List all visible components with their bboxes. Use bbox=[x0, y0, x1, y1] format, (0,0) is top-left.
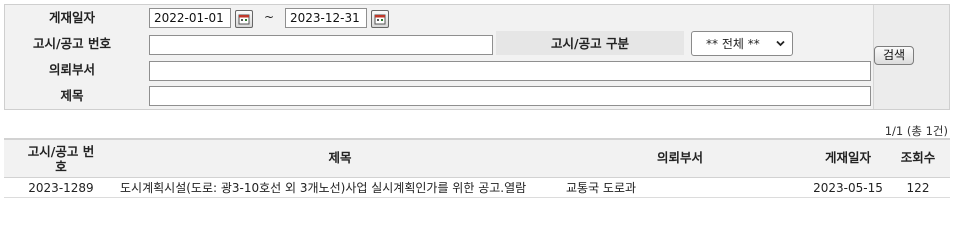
notice-type-select[interactable]: ** 전체 ** bbox=[691, 31, 793, 56]
dept-input[interactable] bbox=[149, 61, 871, 81]
column-header-title: 제목 bbox=[328, 150, 352, 165]
column-header-dept: 의뢰부서 bbox=[656, 150, 703, 165]
dept-label: 의뢰부서 bbox=[48, 62, 95, 77]
notice-type-selected: ** 전체 ** bbox=[706, 37, 760, 51]
row-title-link[interactable]: 도시계획시설(도로: 광3-10호선 외 3개노선)사업 실시계획인가를 위한 … bbox=[120, 178, 526, 198]
notice-type-label: 고시/공고 구분 bbox=[551, 36, 629, 51]
notice-no-input[interactable] bbox=[149, 35, 493, 55]
row-dept: 교통국 도로과 bbox=[566, 181, 637, 195]
date-separator: ~ bbox=[264, 10, 275, 24]
date-from-input[interactable]: 2022-01-01 bbox=[149, 8, 231, 28]
result-count: 1/1 (총 1건) bbox=[884, 124, 948, 138]
notice-no-label: 고시/공고 번호 bbox=[33, 36, 111, 51]
row-views: 122 bbox=[906, 181, 930, 195]
title-input[interactable] bbox=[149, 86, 871, 106]
table-row[interactable]: 2023-1289 도시계획시설(도로: 광3-10호선 외 3개노선)사업 실… bbox=[4, 178, 950, 198]
calendar-to-icon[interactable] bbox=[371, 10, 389, 28]
search-button[interactable]: 검색 bbox=[874, 46, 914, 65]
date-to-input[interactable]: 2023-12-31 bbox=[285, 8, 367, 28]
chevron-down-icon bbox=[775, 38, 786, 52]
row-notice-no: 2023-1289 bbox=[28, 181, 94, 195]
date-label: 게재일자 bbox=[48, 10, 95, 25]
calendar-from-icon[interactable] bbox=[235, 10, 253, 28]
column-header-views: 조회수 bbox=[900, 150, 936, 165]
title-label: 제목 bbox=[60, 88, 84, 103]
table-header: 고시/공고 번호 제목 의뢰부서 게재일자 조회수 bbox=[4, 138, 950, 178]
column-header-notice-no: 고시/공고 번호 bbox=[27, 144, 95, 174]
row-date: 2023-05-15 bbox=[813, 181, 883, 195]
column-header-date: 게재일자 bbox=[824, 150, 871, 165]
